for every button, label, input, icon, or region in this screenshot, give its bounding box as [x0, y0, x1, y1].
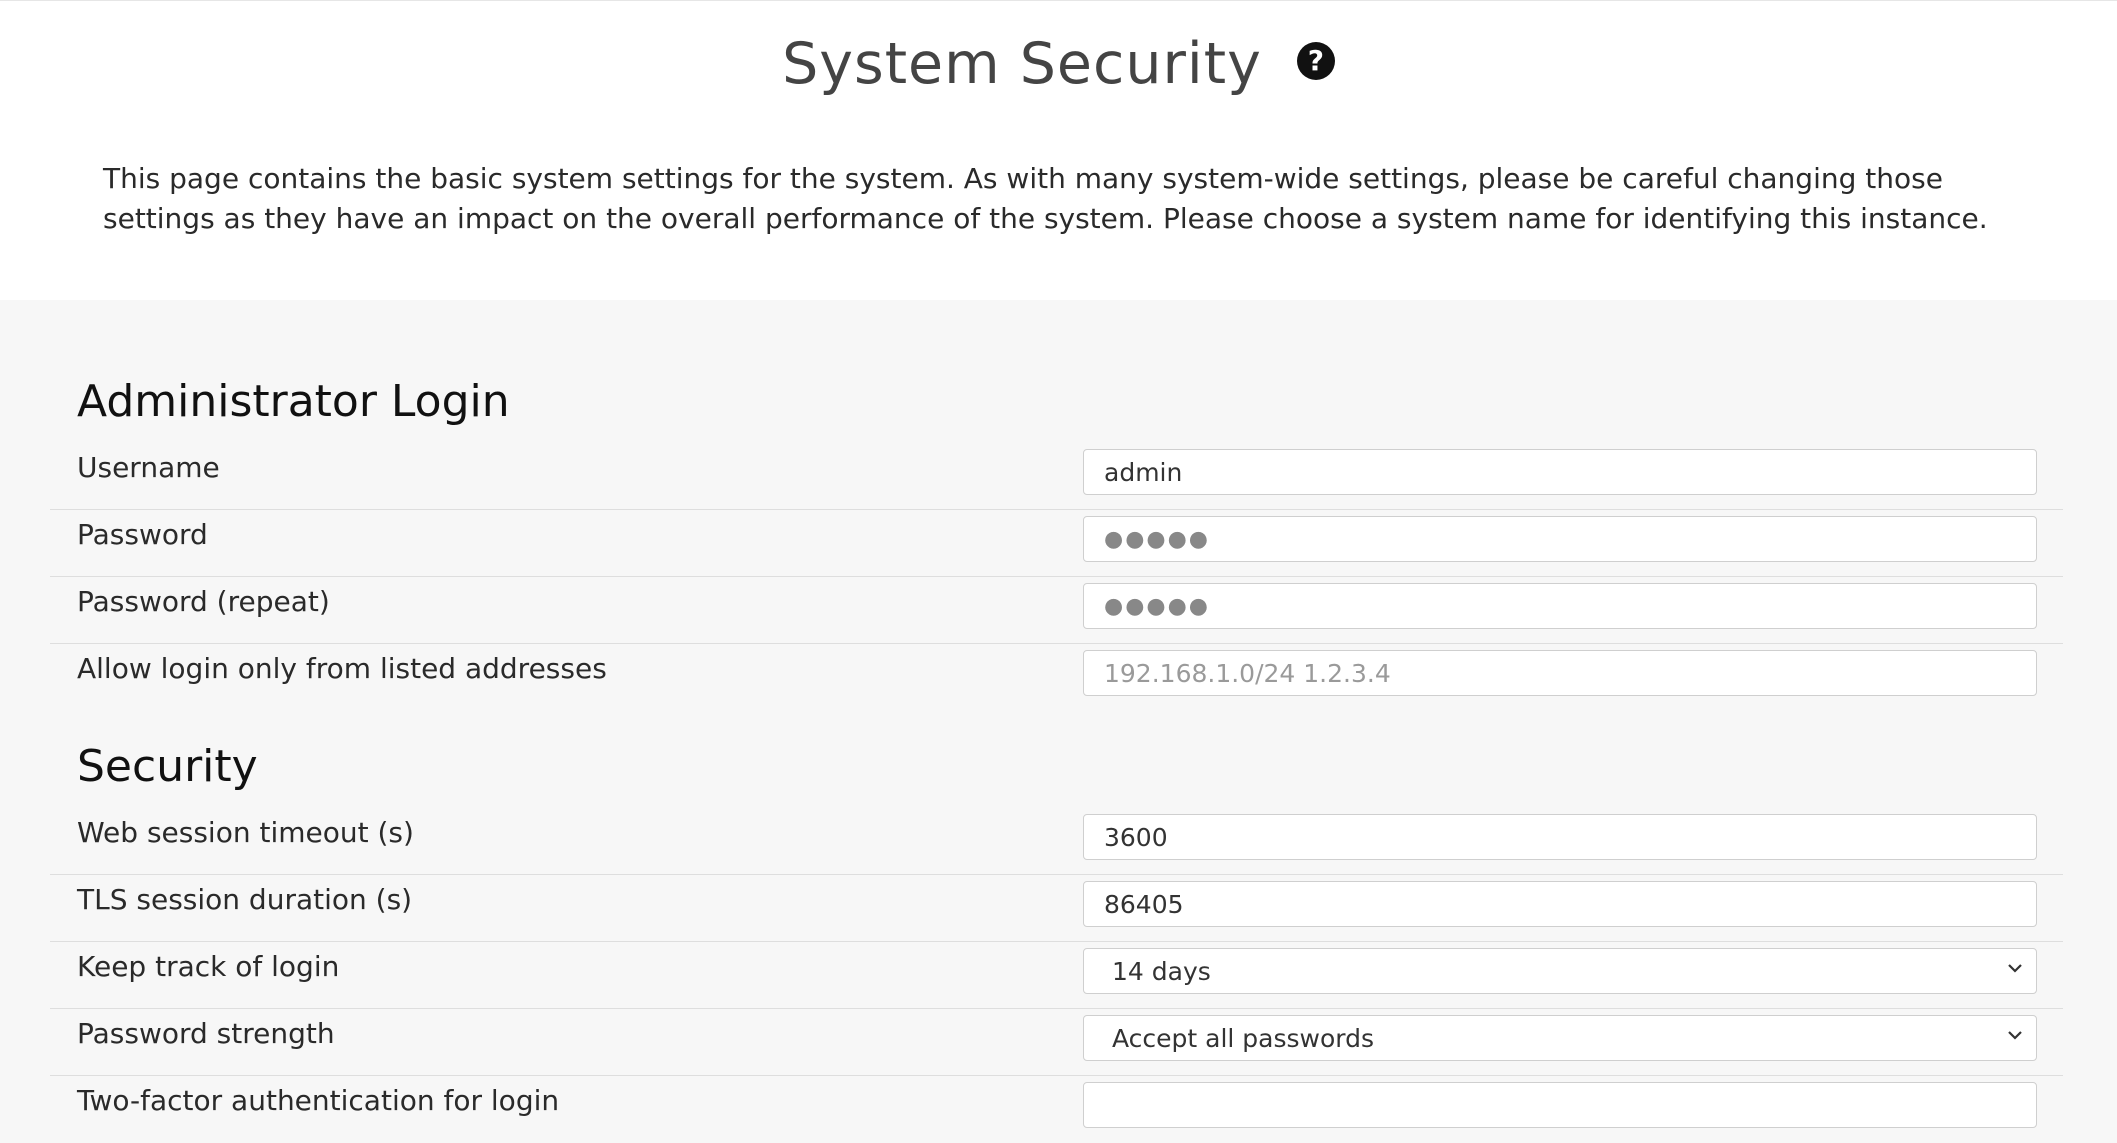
chevron-down-icon	[2008, 964, 2022, 973]
row-two-factor: Two-factor authentication for login	[50, 1076, 2063, 1143]
row-username: Username	[50, 443, 2063, 510]
tls-session-duration-input[interactable]	[1083, 881, 2037, 927]
page-description: This page contains the basic system sett…	[103, 162, 1988, 235]
row-password-repeat: Password (repeat)	[50, 577, 2063, 644]
keep-track-of-login-value: 14 days	[1112, 957, 1211, 986]
keep-track-of-login-select[interactable]: 14 days	[1083, 948, 2037, 994]
web-session-timeout-input[interactable]	[1083, 814, 2037, 860]
password-repeat-input[interactable]	[1083, 583, 2037, 629]
title-row: System Security ?	[0, 31, 2117, 97]
chevron-down-icon	[2008, 1031, 2022, 1040]
password-input[interactable]	[1083, 516, 2037, 562]
password-repeat-label: Password (repeat)	[77, 585, 330, 618]
allowed-addresses-input[interactable]	[1083, 650, 2037, 696]
password-label: Password	[77, 518, 208, 551]
allow-login-label: Allow login only from listed addresses	[77, 652, 607, 685]
username-input[interactable]	[1083, 449, 2037, 495]
row-keep-track-of-login: Keep track of login 14 days	[50, 942, 2063, 1009]
password-strength-label: Password strength	[77, 1017, 335, 1050]
section-title-security: Security	[77, 741, 258, 792]
row-password: Password	[50, 510, 2063, 577]
username-label: Username	[77, 451, 220, 484]
row-tls-session-duration: TLS session duration (s)	[50, 875, 2063, 942]
page-header: System Security ? This page contains the…	[0, 0, 2117, 300]
password-strength-value: Accept all passwords	[1112, 1024, 1375, 1053]
row-allow-login: Allow login only from listed addresses	[50, 644, 2063, 711]
help-icon[interactable]: ?	[1296, 42, 1335, 80]
keep-track-of-login-label: Keep track of login	[77, 950, 340, 983]
tls-session-duration-label: TLS session duration (s)	[77, 883, 413, 916]
web-session-timeout-label: Web session timeout (s)	[77, 816, 414, 849]
section-title-administrator-login: Administrator Login	[77, 376, 510, 427]
page-title: System Security	[782, 31, 1262, 97]
row-password-strength: Password strength Accept all passwords	[50, 1009, 2063, 1076]
two-factor-select[interactable]	[1083, 1082, 2037, 1128]
password-strength-select[interactable]: Accept all passwords	[1083, 1015, 2037, 1061]
row-web-session-timeout: Web session timeout (s)	[50, 808, 2063, 875]
